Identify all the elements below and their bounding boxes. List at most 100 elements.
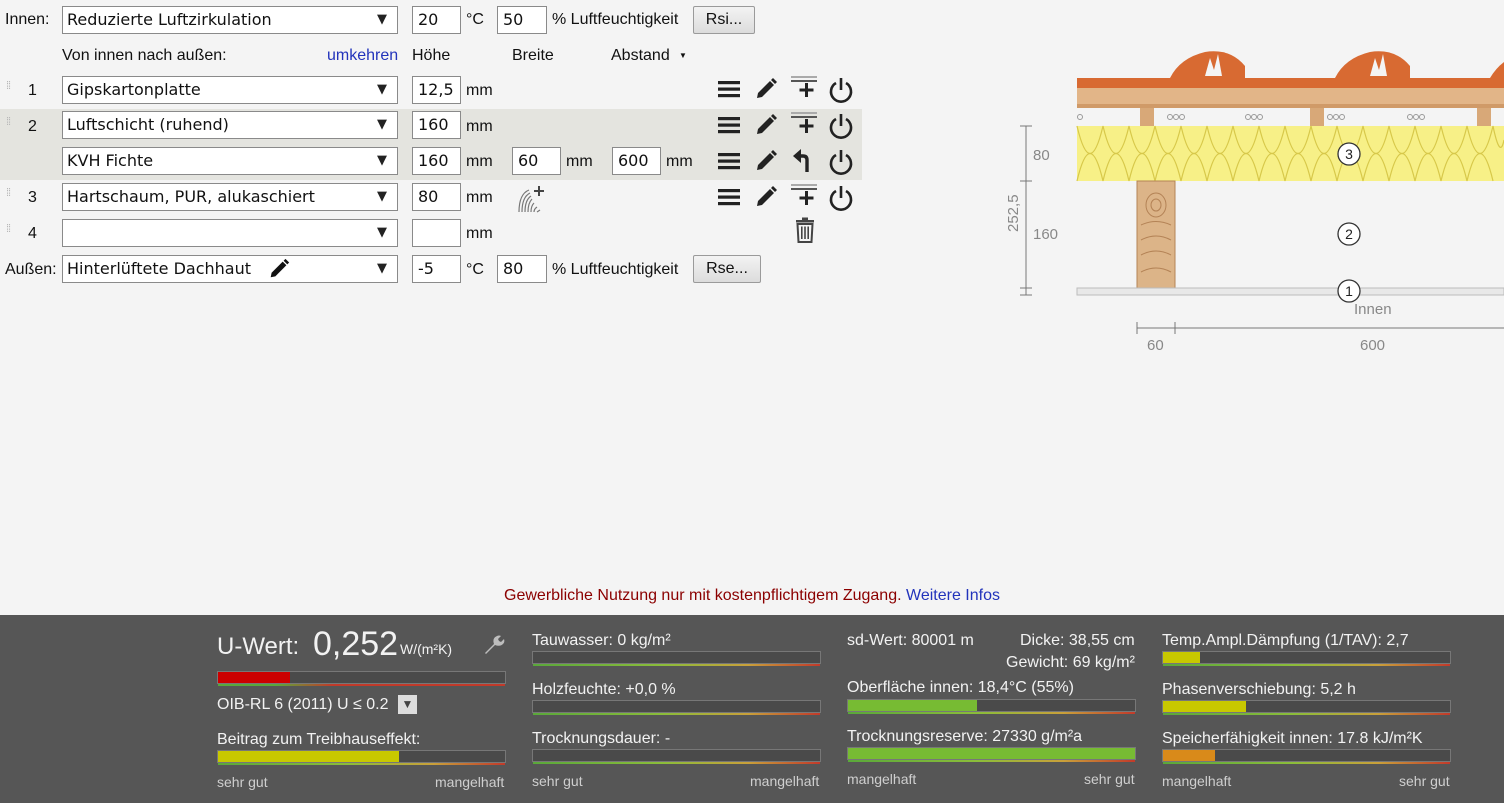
menu-icon[interactable]	[716, 184, 742, 210]
layer-4-height-input[interactable]	[412, 219, 461, 247]
power-toggle-icon[interactable]	[828, 185, 854, 211]
edit-pencil-icon[interactable]	[753, 148, 779, 174]
add-sublayer-icon[interactable]	[791, 74, 817, 100]
scale-bad-label: mangelhaft	[750, 773, 820, 789]
surface-temp-bar-scale	[848, 712, 1135, 714]
tauwasser-label: Tauwasser: 0 kg/m²	[532, 632, 671, 649]
dropdown-arrow-icon: ▼	[377, 82, 387, 97]
scale-good-label: sehr gut	[217, 774, 268, 790]
power-toggle-icon[interactable]	[828, 113, 854, 139]
drag-handle-icon[interactable]: ⁞⁞	[6, 81, 11, 92]
drag-handle-icon[interactable]: ⁞⁞	[6, 224, 11, 235]
dropdown-arrow-icon: ▼	[377, 261, 387, 276]
layer-2-height-input[interactable]: 160	[412, 111, 461, 139]
power-toggle-icon[interactable]	[828, 77, 854, 103]
unit-label: mm	[666, 153, 693, 170]
innen-humidity-input[interactable]: 50	[497, 6, 547, 34]
layer-3-material: Hartschaum, PUR, alukaschiert	[67, 187, 315, 206]
menu-icon[interactable]	[716, 112, 742, 138]
more-info-link[interactable]: Weitere Infos	[906, 587, 1000, 604]
holzfeuchte-label: Holzfeuchte: +0,0 %	[532, 681, 676, 698]
reverse-link[interactable]: umkehren	[327, 47, 398, 65]
add-wood-insert-icon[interactable]	[516, 184, 546, 214]
layer-2-sub-material-select[interactable]: KVH Fichte ▼	[62, 147, 398, 175]
layer-2-sub-height-input[interactable]: 160	[412, 147, 461, 175]
edit-pencil-icon[interactable]	[753, 184, 779, 210]
treibhaus-bar-fill	[218, 751, 399, 762]
trash-icon[interactable]	[792, 217, 818, 243]
dropdown-arrow-icon: ▼	[377, 153, 387, 168]
aussen-temp-input[interactable]: -5	[412, 255, 461, 283]
menu-icon[interactable]	[716, 76, 742, 102]
holzfeuchte-bar	[532, 700, 821, 715]
u-value-bar-fill	[218, 672, 290, 683]
distance-caret-icon[interactable]: ▼	[679, 51, 687, 60]
unit-label: mm	[466, 225, 493, 242]
unit-label: mm	[466, 118, 493, 135]
cross-section-diagram: 80 160 252,5 Innen 60 600 3 2 1	[1005, 51, 1504, 354]
column-distance-header[interactable]: Abstand	[611, 47, 670, 65]
u-value-label: U-Wert:	[217, 633, 300, 660]
rsi-button[interactable]: Rsi...	[693, 6, 755, 34]
dimension-total-label: 252,5	[1005, 194, 1022, 232]
drag-handle-icon[interactable]: ⁞⁞	[6, 188, 11, 199]
menu-icon[interactable]	[716, 148, 742, 174]
layer-marker-3-label: 3	[1345, 146, 1353, 162]
treibhaus-label: Beitrag zum Treibhauseffekt:	[217, 731, 421, 748]
dimension-60-label: 60	[1147, 337, 1164, 354]
heat-storage-bar	[1162, 749, 1451, 764]
add-sublayer-icon[interactable]	[791, 110, 817, 136]
surface-temp-label: Oberfläche innen: 18,4°C (55%)	[847, 679, 1074, 696]
layer-2-sub-width-input[interactable]: 60	[512, 147, 561, 175]
drag-handle-icon[interactable]: ⁞⁞	[6, 117, 11, 128]
layer-2-material-select[interactable]: Luftschicht (ruhend) ▼	[62, 111, 398, 139]
layer-4-material-select[interactable]: ▼	[62, 219, 398, 247]
wrench-icon[interactable]	[481, 633, 505, 662]
column-height-header: Höhe	[412, 47, 451, 64]
scale-bad-label: mangelhaft	[1162, 773, 1232, 789]
tauwasser-bar	[532, 651, 821, 666]
phase-shift-label: Phasenverschiebung: 5,2 h	[1162, 681, 1356, 698]
layer-1-material: Gipskartonplatte	[67, 80, 201, 99]
aussen-temp-unit: °C	[466, 261, 484, 278]
u-value-bar-scale	[218, 684, 505, 686]
edit-pencil-icon[interactable]	[753, 76, 779, 102]
add-sublayer-icon[interactable]	[791, 182, 817, 208]
trocknungsdauer-bar	[532, 749, 821, 764]
unit-label: mm	[466, 82, 493, 99]
innen-climate-value: Reduzierte Luftzirkulation	[67, 10, 272, 29]
scale-good-label: sehr gut	[532, 773, 583, 789]
oib-dropdown-icon[interactable]: ▼	[398, 695, 417, 714]
innen-humidity-label: % Luftfeuchtigkeit	[552, 11, 679, 28]
edit-pencil-icon[interactable]	[753, 112, 779, 138]
treibhaus-bar-scale	[218, 763, 505, 765]
commercial-notice-text: Gewerbliche Nutzung nur mit kostenpflich…	[504, 587, 902, 604]
innen-temp-input[interactable]: 20	[412, 6, 461, 34]
tauwasser-bar-scale	[533, 664, 820, 666]
heat-storage-bar-scale	[1163, 762, 1450, 764]
dimension-160-label: 160	[1033, 226, 1058, 243]
aussen-humidity-input[interactable]: 80	[497, 255, 547, 283]
aussen-climate-select[interactable]: Hinterlüftete Dachhaut ▼	[62, 255, 398, 283]
oib-requirement: OIB-RL 6 (2011) U ≤ 0.2	[217, 696, 389, 713]
temp-amplitude-bar	[1162, 651, 1451, 666]
drying-reserve-bar-fill	[848, 748, 1135, 759]
layer-number: 1	[28, 82, 37, 99]
rafter	[1136, 180, 1176, 289]
undo-arrow-icon[interactable]	[791, 148, 817, 174]
u-value-bar	[217, 671, 506, 686]
innen-label: Innen:	[5, 11, 50, 28]
results-panel: U-Wert: 0,252 W/(m²K) OIB-RL 6 (2011) U …	[0, 615, 1504, 803]
surface-temp-bar-fill	[848, 700, 978, 711]
dimension-600-label: 600	[1360, 337, 1385, 354]
rse-button[interactable]: Rse...	[693, 255, 761, 283]
layer-1-height-input[interactable]: 12,5	[412, 76, 461, 104]
innen-climate-select[interactable]: Reduzierte Luftzirkulation ▼	[62, 6, 398, 34]
layer-2-sub-distance-input[interactable]: 600	[612, 147, 661, 175]
layer-3-height-input[interactable]: 80	[412, 183, 461, 211]
layer-1-material-select[interactable]: Gipskartonplatte ▼	[62, 76, 398, 104]
layer-3-material-select[interactable]: Hartschaum, PUR, alukaschiert ▼	[62, 183, 398, 211]
edit-pencil-icon[interactable]	[267, 257, 291, 282]
scale-good-label: sehr gut	[1399, 773, 1450, 789]
power-toggle-icon[interactable]	[828, 149, 854, 175]
